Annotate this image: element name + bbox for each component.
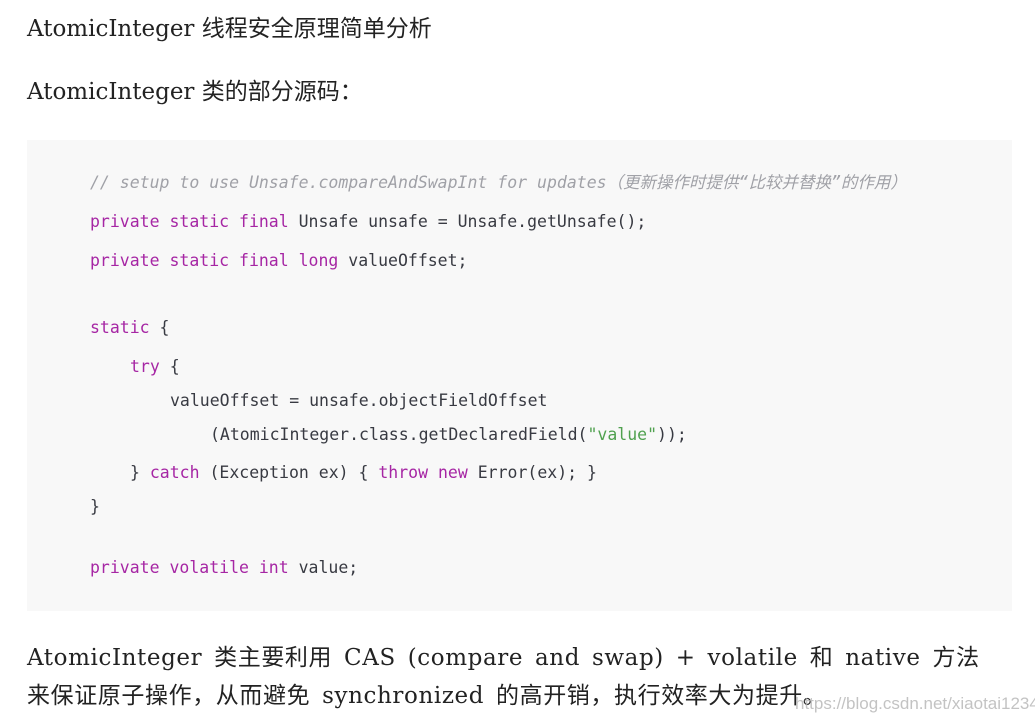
code-line: }: [90, 497, 100, 516]
heading-source: AtomicInteger 类的部分源码：: [27, 79, 363, 105]
code-line: try {: [130, 357, 180, 376]
code-line: (AtomicInteger.class.getDeclaredField("v…: [210, 425, 687, 444]
code-text: (Exception ex) {: [209, 463, 379, 482]
paragraph-line: AtomicInteger 类主要利用 CAS (compare and swa…: [27, 645, 980, 671]
code-text: }: [130, 463, 150, 482]
code-text: {: [159, 318, 170, 337]
code-line: valueOffset = unsafe.objectFieldOffset: [170, 391, 548, 410]
paragraph-line: 来保证原子操作，从而避免 synchronized 的高开销，执行效率大为提升。: [27, 683, 827, 709]
code-text: Unsafe unsafe = Unsafe.getUnsafe();: [298, 212, 647, 231]
code-comment: // setup to use Unsafe.compareAndSwapInt…: [90, 173, 907, 192]
code-line: static {: [90, 318, 170, 337]
code-line: } catch (Exception ex) { throw new Error…: [130, 463, 597, 482]
code-text: value;: [298, 558, 359, 577]
code-line: private static final Unsafe unsafe = Uns…: [90, 212, 647, 231]
code-block: // setup to use Unsafe.compareAndSwapInt…: [27, 140, 1012, 611]
kw: private static final: [90, 212, 299, 231]
code-text: ));: [657, 425, 687, 444]
kw: throw new: [378, 463, 478, 482]
kw: static: [90, 318, 160, 337]
kw: try: [130, 357, 170, 376]
code-text: {: [169, 357, 180, 376]
kw: catch: [149, 463, 210, 482]
code-line: private static final long valueOffset;: [90, 251, 468, 270]
watermark: https://blog.csdn.net/xiaotai1234: [795, 694, 1035, 713]
kw: private static final long: [90, 251, 349, 270]
kw: private volatile int: [90, 558, 299, 577]
heading-title: AtomicInteger 线程安全原理简单分析: [27, 16, 432, 42]
string: "value": [587, 425, 658, 444]
code-text: valueOffset;: [348, 251, 468, 270]
code-text: (AtomicInteger.class.getDeclaredField(: [210, 425, 588, 444]
code-line: private volatile int value;: [90, 558, 359, 577]
code-text: Error(ex); }: [477, 463, 597, 482]
